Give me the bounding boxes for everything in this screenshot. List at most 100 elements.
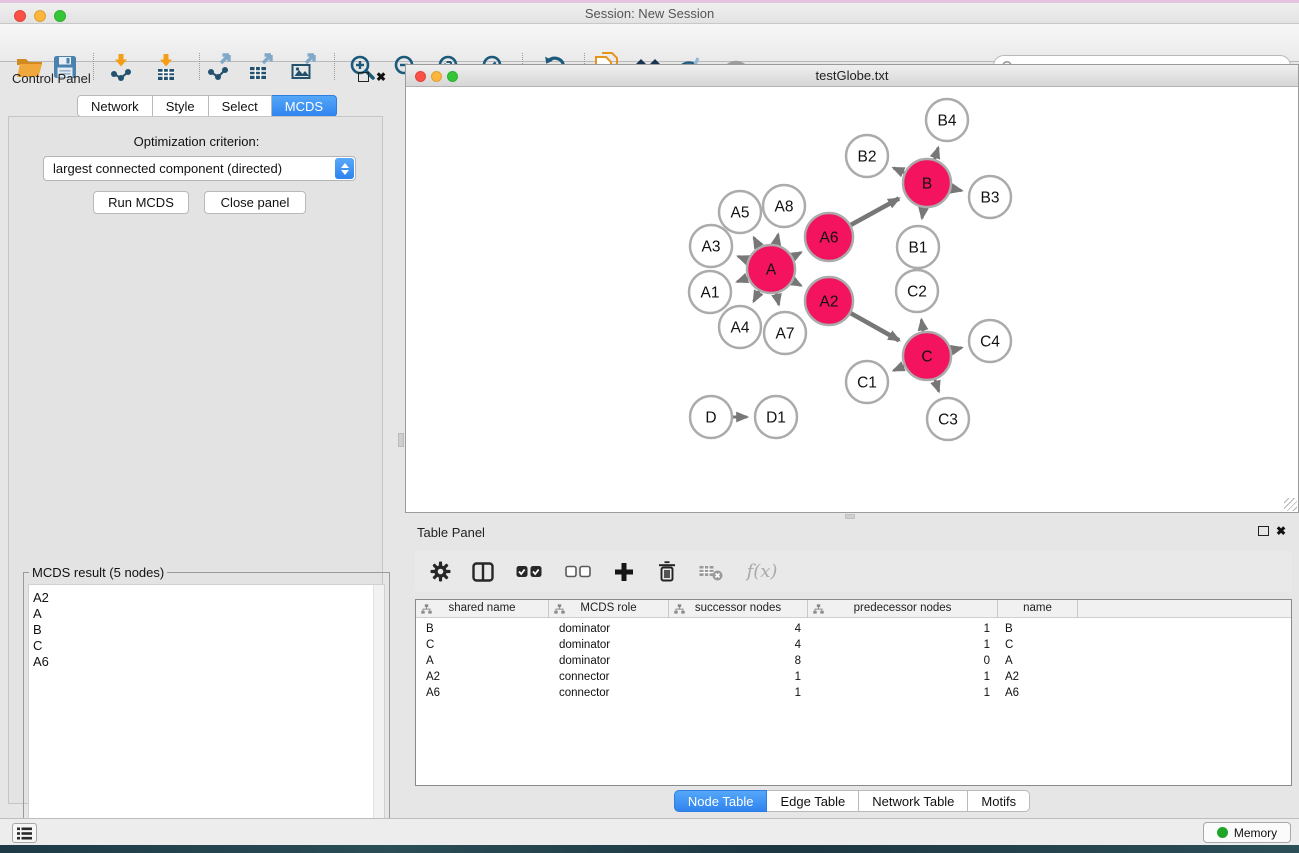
svg-text:D1: D1	[766, 410, 786, 427]
table-splitter-handle[interactable]	[845, 514, 855, 519]
graph-edge-A-A2[interactable]	[792, 281, 801, 286]
graph-edge-B-B2[interactable]	[893, 168, 905, 173]
task-history-button[interactable]	[12, 823, 37, 843]
export-network-icon[interactable]	[205, 52, 233, 82]
column-header-name[interactable]: name	[998, 600, 1078, 618]
optimization-criterion-dropdown[interactable]: largest connected component (directed)	[43, 156, 356, 181]
dropdown-stepper-icon	[335, 158, 354, 179]
table-row[interactable]: Adominator80A	[416, 653, 1291, 669]
mcds-result-item[interactable]: B	[29, 622, 384, 638]
mcds-result-item[interactable]: C	[29, 638, 384, 654]
table-panel-close-icon[interactable]: ✖	[1276, 525, 1286, 537]
column-header-predecessor-nodes[interactable]: predecessor nodes	[808, 600, 998, 618]
memory-button[interactable]: Memory	[1203, 822, 1291, 843]
close-panel-button[interactable]: Close panel	[204, 191, 306, 214]
panel-splitter-handle[interactable]	[398, 433, 404, 447]
graph-node-A5[interactable]: A5	[719, 191, 761, 233]
delete-icon[interactable]	[655, 560, 679, 584]
import-table-icon[interactable]	[152, 52, 180, 82]
run-mcds-button[interactable]: Run MCDS	[93, 191, 189, 214]
svg-text:A4: A4	[731, 320, 750, 337]
graph-node-B4[interactable]: B4	[926, 99, 968, 141]
graph-edge-A-A5[interactable]	[754, 237, 760, 247]
add-icon[interactable]	[612, 560, 636, 584]
graph-edge-B-B1[interactable]	[922, 207, 924, 219]
column-header-mcds-role[interactable]: MCDS role	[549, 600, 669, 618]
graph-edge-A6-B[interactable]	[850, 198, 899, 225]
graph-node-C3[interactable]: C3	[927, 398, 969, 440]
graph-edge-C-C2[interactable]	[921, 320, 923, 333]
gear-icon[interactable]	[428, 560, 452, 584]
table-row[interactable]: A2connector11A2	[416, 669, 1291, 685]
graph-edge-A2-C[interactable]	[850, 313, 899, 341]
table-row[interactable]: Cdominator41C	[416, 637, 1291, 653]
network-graph[interactable]: B4 B2 B B3 A8 A5 A6 A3 B1 A C2 A1 A2 A4 A7 C4 C C1 C3 D D1	[406, 87, 1298, 512]
graph-node-C[interactable]: C	[903, 332, 951, 380]
table-panel-float-icon[interactable]	[1258, 526, 1269, 538]
export-image-icon[interactable]	[290, 52, 318, 82]
graph-edge-B-B3[interactable]	[950, 188, 961, 191]
table-header-row: shared nameMCDS rolesuccessor nodesprede…	[416, 600, 1291, 618]
tab-edge-table[interactable]: Edge Table	[767, 790, 859, 812]
window-resize-grip[interactable]	[1284, 498, 1297, 511]
graph-node-C2[interactable]: C2	[896, 270, 938, 312]
graph-node-A[interactable]: A	[747, 245, 795, 293]
svg-text:A5: A5	[731, 205, 750, 222]
delete-table-icon[interactable]	[698, 560, 724, 584]
mcds-result-item[interactable]: A	[29, 606, 384, 622]
graph-edge-A-A1[interactable]	[737, 277, 748, 281]
graph-node-A7[interactable]: A7	[764, 312, 806, 354]
graph-edge-A-A4[interactable]	[754, 290, 760, 301]
tab-mcds[interactable]: MCDS	[272, 95, 337, 117]
columns-icon[interactable]	[471, 560, 495, 584]
graph-node-B2[interactable]: B2	[846, 135, 888, 177]
graph-node-A3[interactable]: A3	[690, 225, 732, 267]
graph-edge-A-A3[interactable]	[738, 256, 749, 260]
graph-edge-C-C3[interactable]	[935, 379, 939, 392]
graph-node-A6[interactable]: A6	[805, 213, 853, 261]
table-row[interactable]: Bdominator41B	[416, 621, 1291, 637]
tab-network-table[interactable]: Network Table	[859, 790, 968, 812]
graph-node-B3[interactable]: B3	[969, 176, 1011, 218]
graph-edge-B-B4[interactable]	[934, 148, 938, 160]
network-window-titlebar[interactable]: testGlobe.txt	[406, 65, 1298, 87]
tab-style[interactable]: Style	[153, 95, 209, 117]
main-titlebar: Session: New Session	[0, 3, 1299, 24]
scrollbar-track[interactable]	[373, 585, 384, 853]
export-table-icon[interactable]	[247, 52, 275, 82]
graph-edge-C-C4[interactable]	[950, 348, 961, 351]
tab-network[interactable]: Network	[77, 95, 153, 117]
table-cell: 1	[808, 621, 998, 637]
column-header-shared-name[interactable]: shared name	[416, 600, 549, 618]
graph-node-C1[interactable]: C1	[846, 361, 888, 403]
graph-edge-C-C1[interactable]	[894, 366, 905, 371]
svg-text:A: A	[766, 262, 777, 279]
table-row[interactable]: A6connector11A6	[416, 685, 1291, 701]
memory-label: Memory	[1234, 826, 1277, 840]
network-canvas[interactable]: B4 B2 B B3 A8 A5 A6 A3 B1 A C2 A1 A2 A4 A7 C4 C C1 C3 D D1	[406, 87, 1298, 512]
graph-node-A1[interactable]: A1	[689, 271, 731, 313]
graph-node-D1[interactable]: D1	[755, 396, 797, 438]
graph-edge-A-A6[interactable]	[792, 252, 801, 257]
graph-node-B1[interactable]: B1	[897, 226, 939, 268]
import-network-icon[interactable]	[107, 52, 135, 82]
graph-node-B[interactable]: B	[903, 159, 951, 207]
tab-select[interactable]: Select	[209, 95, 272, 117]
column-header-successor-nodes[interactable]: successor nodes	[669, 600, 808, 618]
deselect-all-icon[interactable]	[563, 560, 593, 584]
graph-node-C4[interactable]: C4	[969, 320, 1011, 362]
graph-edge-A-A7[interactable]	[776, 292, 779, 304]
graph-node-A4[interactable]: A4	[719, 306, 761, 348]
mcds-result-item[interactable]: A6	[29, 654, 384, 670]
control-panel-float-icon[interactable]	[358, 72, 369, 84]
tab-node-table[interactable]: Node Table	[674, 790, 768, 812]
control-panel-close-icon[interactable]: ✖	[376, 71, 386, 83]
graph-node-A2[interactable]: A2	[805, 277, 853, 325]
tab-motifs[interactable]: Motifs	[968, 790, 1030, 812]
mcds-result-item[interactable]: A2	[29, 590, 384, 606]
graph-edge-A-A8[interactable]	[776, 234, 778, 245]
graph-node-D[interactable]: D	[690, 396, 732, 438]
function-icon[interactable]: f(x)	[743, 560, 781, 584]
select-all-icon[interactable]	[514, 560, 544, 584]
graph-node-A8[interactable]: A8	[763, 185, 805, 227]
